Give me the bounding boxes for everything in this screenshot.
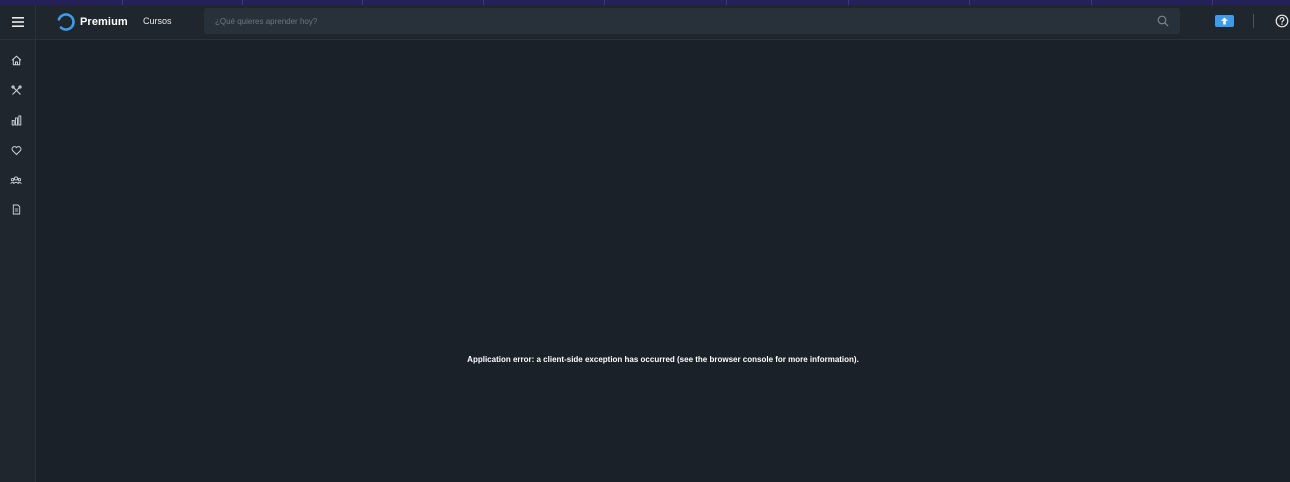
sidebar-item-community[interactable] (8, 172, 24, 188)
tools-icon (10, 84, 22, 95)
search-bar (204, 8, 1180, 34)
sidebar-item-home[interactable] (8, 52, 24, 68)
nav-link-courses[interactable]: Cursos (143, 16, 172, 26)
help-icon[interactable] (1275, 14, 1289, 28)
header-divider (1253, 14, 1254, 28)
users-icon (10, 175, 22, 184)
sidebar-item-tools[interactable] (8, 82, 24, 98)
logo-text: Premium (80, 16, 128, 28)
sidebar-item-favorites[interactable] (8, 142, 24, 158)
heart-icon (11, 145, 21, 155)
upload-button[interactable] (1215, 15, 1234, 27)
search-input[interactable] (204, 8, 1144, 34)
sidebar (0, 40, 36, 482)
sidebar-item-documents[interactable] (8, 201, 24, 217)
hamburger-icon (11, 17, 24, 27)
document-icon (12, 204, 20, 214)
menu-button[interactable] (0, 5, 36, 39)
bar-chart-icon (11, 115, 21, 125)
sidebar-item-stats[interactable] (8, 112, 24, 128)
logo-ring-icon (57, 13, 75, 31)
error-message: Application error: a client-side excepti… (467, 355, 859, 364)
top-header: Premium Cursos (0, 5, 1290, 40)
upload-icon (1221, 17, 1228, 25)
brand-logo[interactable]: Premium (56, 11, 128, 33)
search-icon[interactable] (1157, 15, 1169, 27)
home-icon (11, 55, 21, 65)
